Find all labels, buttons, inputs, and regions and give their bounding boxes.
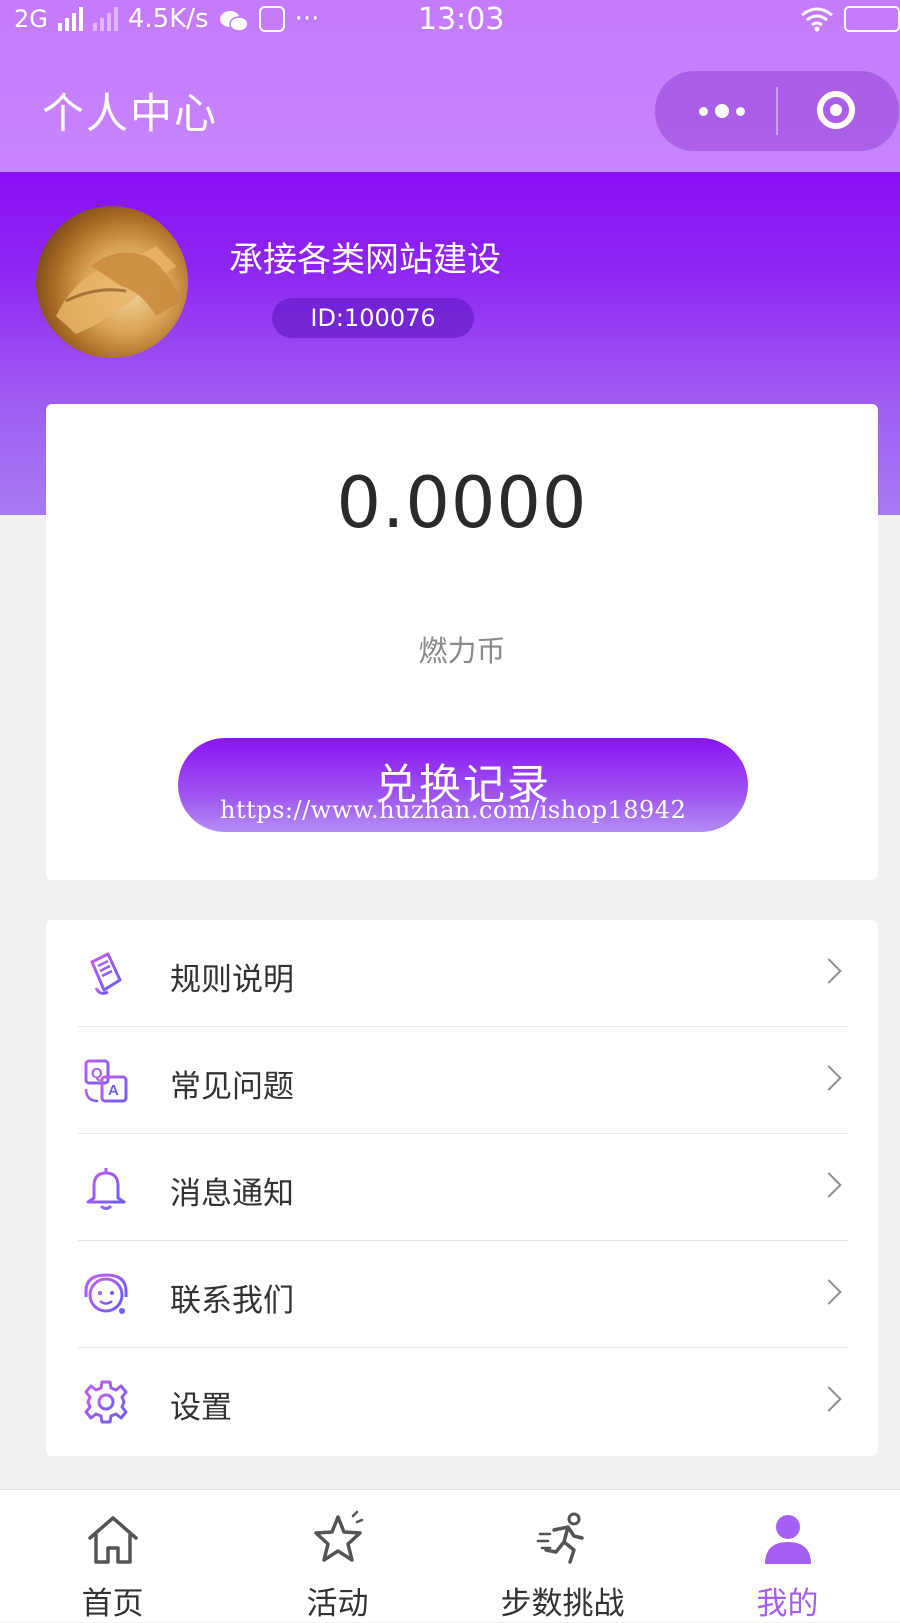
chevron-right-icon (816, 1065, 842, 1091)
page-title: 个人中心 (42, 89, 219, 138)
more-menu-icon[interactable] (690, 97, 754, 125)
app-notification-icon (258, 6, 285, 32)
menu-list: 规则说明 Q A 常见问题 消息通知 联系我们 设置 (46, 920, 878, 1456)
menu-item-contact[interactable]: 联系我们 (46, 1241, 878, 1348)
tab-label: 我的 (756, 1586, 819, 1622)
star-icon (313, 1510, 363, 1562)
menu-item-rules[interactable]: 规则说明 (46, 920, 878, 1027)
tab-mine[interactable]: 我的 (675, 1490, 900, 1622)
tab-bar: 首页 活动 步数挑战 我的 (0, 1489, 900, 1622)
capsule-divider (776, 87, 778, 135)
gear-icon (84, 1380, 128, 1424)
menu-item-label: 消息通知 (170, 1176, 294, 1212)
menu-item-label: 规则说明 (170, 962, 294, 998)
clock: 13:03 (418, 2, 505, 37)
rules-document-icon (90, 952, 122, 995)
home-icon (87, 1516, 138, 1564)
watermark-text: https://www.huzhan.com/ishop18942 (220, 796, 687, 824)
wechat-icon (219, 7, 249, 32)
tab-home[interactable]: 首页 (0, 1490, 225, 1622)
more-status-indicator: ··· (294, 4, 320, 34)
tab-label: 步数挑战 (500, 1586, 625, 1622)
balance-unit-label: 燃力币 (418, 634, 506, 668)
chevron-right-icon (816, 1279, 842, 1305)
menu-item-settings[interactable]: 设置 (46, 1348, 878, 1455)
tab-label: 首页 (81, 1586, 144, 1622)
status-bar: 2G 4.5K/s ··· 13:03 (0, 0, 900, 44)
customer-service-icon (84, 1273, 128, 1314)
chevron-right-icon (816, 1172, 842, 1198)
menu-item-label: 设置 (170, 1390, 232, 1426)
menu-item-label: 常见问题 (170, 1069, 294, 1105)
avatar[interactable] (36, 206, 188, 358)
user-id-badge: ID:100076 (272, 298, 474, 338)
close-miniprogram-icon[interactable] (817, 91, 855, 129)
signal-icon (57, 7, 83, 31)
network-speed: 4.5K/s (127, 4, 209, 34)
battery-icon (844, 6, 900, 32)
username: 承接各类网站建设 (229, 240, 501, 280)
bell-icon (86, 1168, 126, 1210)
network-type: 2G (14, 5, 48, 33)
balance-amount: 0.0000 (336, 462, 588, 544)
svg-text:A: A (108, 1082, 119, 1099)
wifi-icon (800, 6, 834, 32)
tab-label: 活动 (306, 1586, 369, 1622)
user-icon (764, 1515, 811, 1564)
chevron-right-icon (816, 1386, 842, 1412)
qa-icon: Q A (84, 1059, 128, 1103)
menu-item-faq[interactable]: Q A 常见问题 (46, 1027, 878, 1134)
chevron-right-icon (816, 958, 842, 984)
signal-secondary-icon (92, 7, 118, 31)
menu-item-notifications[interactable]: 消息通知 (46, 1134, 878, 1241)
tab-step-challenge[interactable]: 步数挑战 (450, 1490, 675, 1622)
menu-item-label: 联系我们 (170, 1283, 294, 1319)
miniprogram-capsule (654, 70, 900, 152)
running-icon (536, 1512, 584, 1564)
tab-activities[interactable]: 活动 (225, 1490, 450, 1622)
